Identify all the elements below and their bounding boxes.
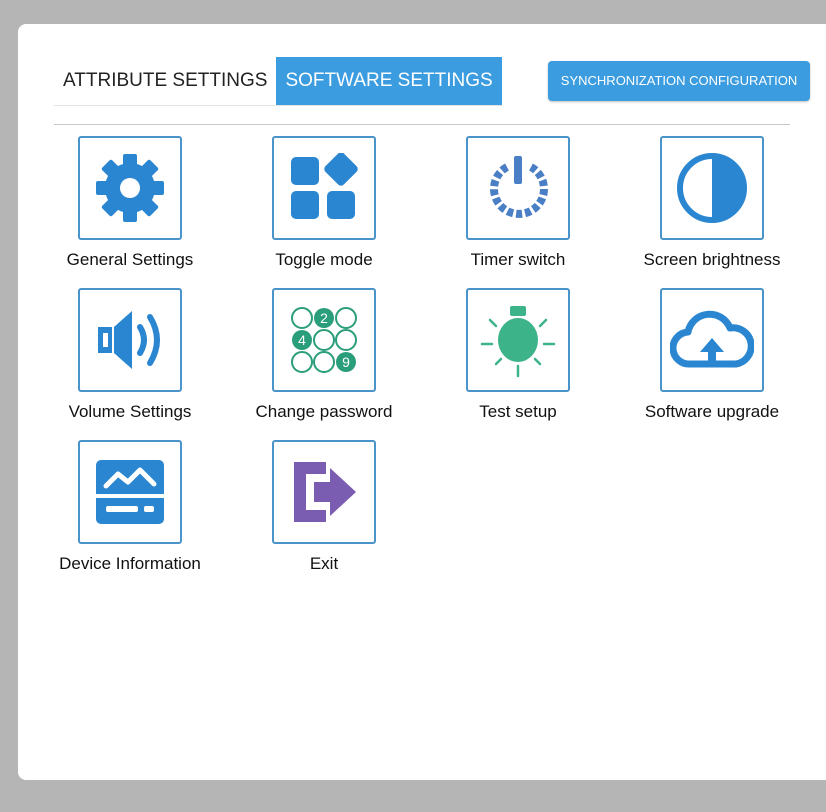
tile-label: Device Information [59,554,201,573]
tile-label: Screen brightness [643,250,781,269]
timer-power-icon [490,156,548,218]
grid-toggle-icon [291,153,358,219]
tile-label: Timer switch [470,250,566,269]
icon-frame [272,440,376,544]
tile-label: Change password [255,402,393,421]
tile-test-setup[interactable]: Test setup [428,288,608,436]
lightbulb-icon [480,306,556,378]
tile-timer-switch[interactable]: Timer switch [428,136,608,284]
icon-frame [78,288,182,392]
tile-label: Volume Settings [68,402,192,421]
synchronization-configuration-button[interactable]: SYNCHRONIZATION CONFIGURATION [548,61,810,101]
icon-frame [78,136,182,240]
tile-label: Software upgrade [644,402,780,421]
tab-software-settings[interactable]: SOFTWARE SETTINGS [276,57,502,105]
tile-device-information[interactable]: Device Information [40,440,220,588]
tile-change-password[interactable]: 2 4 9 Change password [234,288,414,436]
brightness-half-circle-icon [677,153,747,223]
keypad-digit: 2 [320,310,328,326]
monitor-chart-icon [96,460,164,524]
icon-frame [660,288,764,392]
tab-bar: ATTRIBUTE SETTINGS SOFTWARE SETTINGS [54,57,502,106]
keypad-digit: 9 [342,354,350,370]
exit-arrow-icon [294,462,356,522]
cloud-upload-icon [670,310,754,368]
icon-frame [466,136,570,240]
tile-exit[interactable]: Exit [234,440,414,588]
icon-frame: 2 4 9 [272,288,376,392]
icon-frame [466,288,570,392]
divider [54,124,790,125]
icon-frame [78,440,182,544]
keypad-digit: 4 [298,332,306,348]
icon-frame [272,136,376,240]
tile-toggle-mode[interactable]: Toggle mode [234,136,414,284]
tile-label: Exit [309,554,339,573]
tile-label: General Settings [66,250,194,269]
settings-panel: ATTRIBUTE SETTINGS SOFTWARE SETTINGS SYN… [18,24,826,780]
tile-label: Test setup [479,402,557,421]
tile-volume-settings[interactable]: Volume Settings [40,288,220,436]
speaker-icon [98,311,160,369]
icon-frame [660,136,764,240]
tile-screen-brightness[interactable]: Screen brightness [622,136,802,284]
tile-general-settings[interactable]: General Settings [40,136,220,284]
gear-icon [96,154,164,222]
tab-attribute-settings[interactable]: ATTRIBUTE SETTINGS [54,57,277,105]
tile-software-upgrade[interactable]: Software upgrade [622,288,802,436]
tile-label: Toggle mode [275,250,373,269]
keypad-icon: 2 4 9 [291,307,357,373]
